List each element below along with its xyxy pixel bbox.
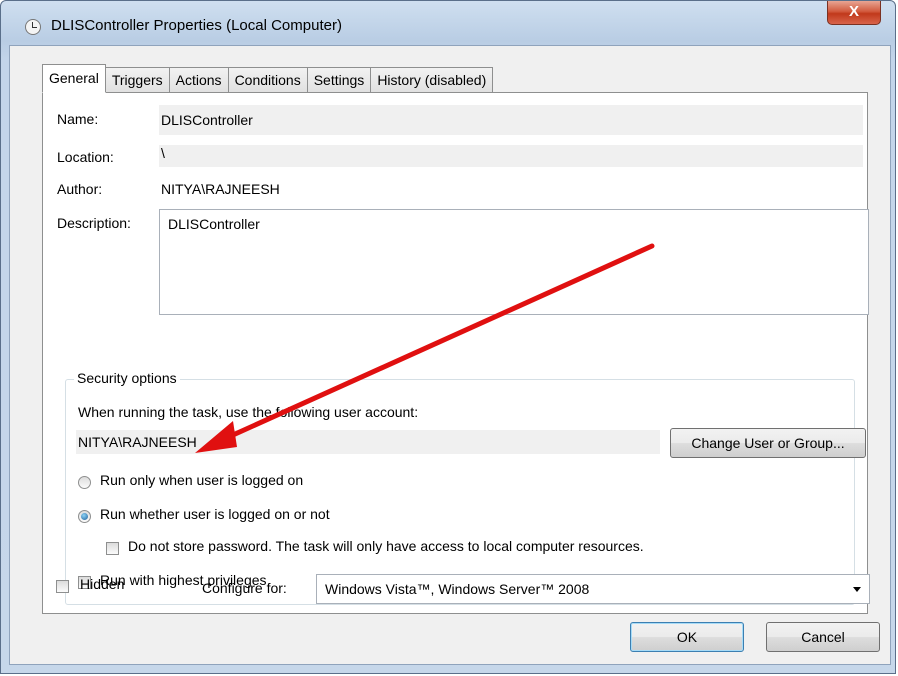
- hidden-label[interactable]: Hidden: [80, 576, 124, 592]
- run-logged-on-radio[interactable]: [78, 476, 91, 489]
- window-title: DLISController Properties (Local Compute…: [51, 17, 342, 34]
- dropdown-arrow-icon[interactable]: [853, 587, 861, 592]
- dialog-client-area: General Triggers Actions Conditions Sett…: [9, 45, 891, 665]
- user-account-field: NITYA\RAJNEESH: [76, 430, 660, 454]
- name-label: Name:: [57, 111, 99, 127]
- general-tab-panel: Name: DLISController Location: \ Author:…: [42, 92, 869, 614]
- tab-triggers[interactable]: Triggers: [105, 67, 170, 93]
- name-field[interactable]: DLISController: [159, 105, 863, 135]
- cancel-button[interactable]: Cancel: [766, 622, 880, 652]
- run-logged-on-label[interactable]: Run only when user is logged on: [100, 472, 303, 488]
- location-label: Location:: [57, 149, 114, 165]
- dialog-window: DLISController Properties (Local Compute…: [0, 0, 896, 674]
- tab-settings[interactable]: Settings: [307, 67, 372, 93]
- ok-button[interactable]: OK: [630, 622, 744, 652]
- tab-strip: General Triggers Actions Conditions Sett…: [42, 64, 494, 93]
- no-store-password-checkbox[interactable]: [106, 542, 119, 555]
- tab-conditions[interactable]: Conditions: [228, 67, 308, 93]
- author-value: NITYA\RAJNEESH: [161, 181, 280, 197]
- tab-actions[interactable]: Actions: [169, 67, 229, 93]
- change-user-button[interactable]: Change User or Group...: [670, 428, 866, 458]
- tab-history[interactable]: History (disabled): [371, 67, 494, 93]
- configure-for-value: Windows Vista™, Windows Server™ 2008: [325, 581, 590, 597]
- run-whether-radio[interactable]: [78, 510, 91, 523]
- author-label: Author:: [57, 181, 103, 197]
- security-options-group: Security options When running the task, …: [65, 370, 866, 605]
- account-prompt: When running the task, use the following…: [78, 404, 419, 420]
- run-whether-label[interactable]: Run whether user is logged on or not: [100, 506, 330, 522]
- tab-general[interactable]: General: [42, 64, 106, 93]
- hidden-checkbox[interactable]: [56, 580, 69, 593]
- configure-for-label: Configure for:: [202, 580, 287, 596]
- security-options-title: Security options: [74, 370, 180, 386]
- configure-for-select[interactable]: Windows Vista™, Windows Server™ 2008: [316, 574, 870, 604]
- location-field: \: [159, 145, 863, 167]
- description-textarea[interactable]: DLISController: [159, 209, 869, 315]
- no-store-password-label[interactable]: Do not store password. The task will onl…: [128, 538, 644, 554]
- clock-icon: [25, 19, 41, 35]
- description-label: Description:: [57, 215, 131, 231]
- close-button[interactable]: X: [827, 1, 881, 25]
